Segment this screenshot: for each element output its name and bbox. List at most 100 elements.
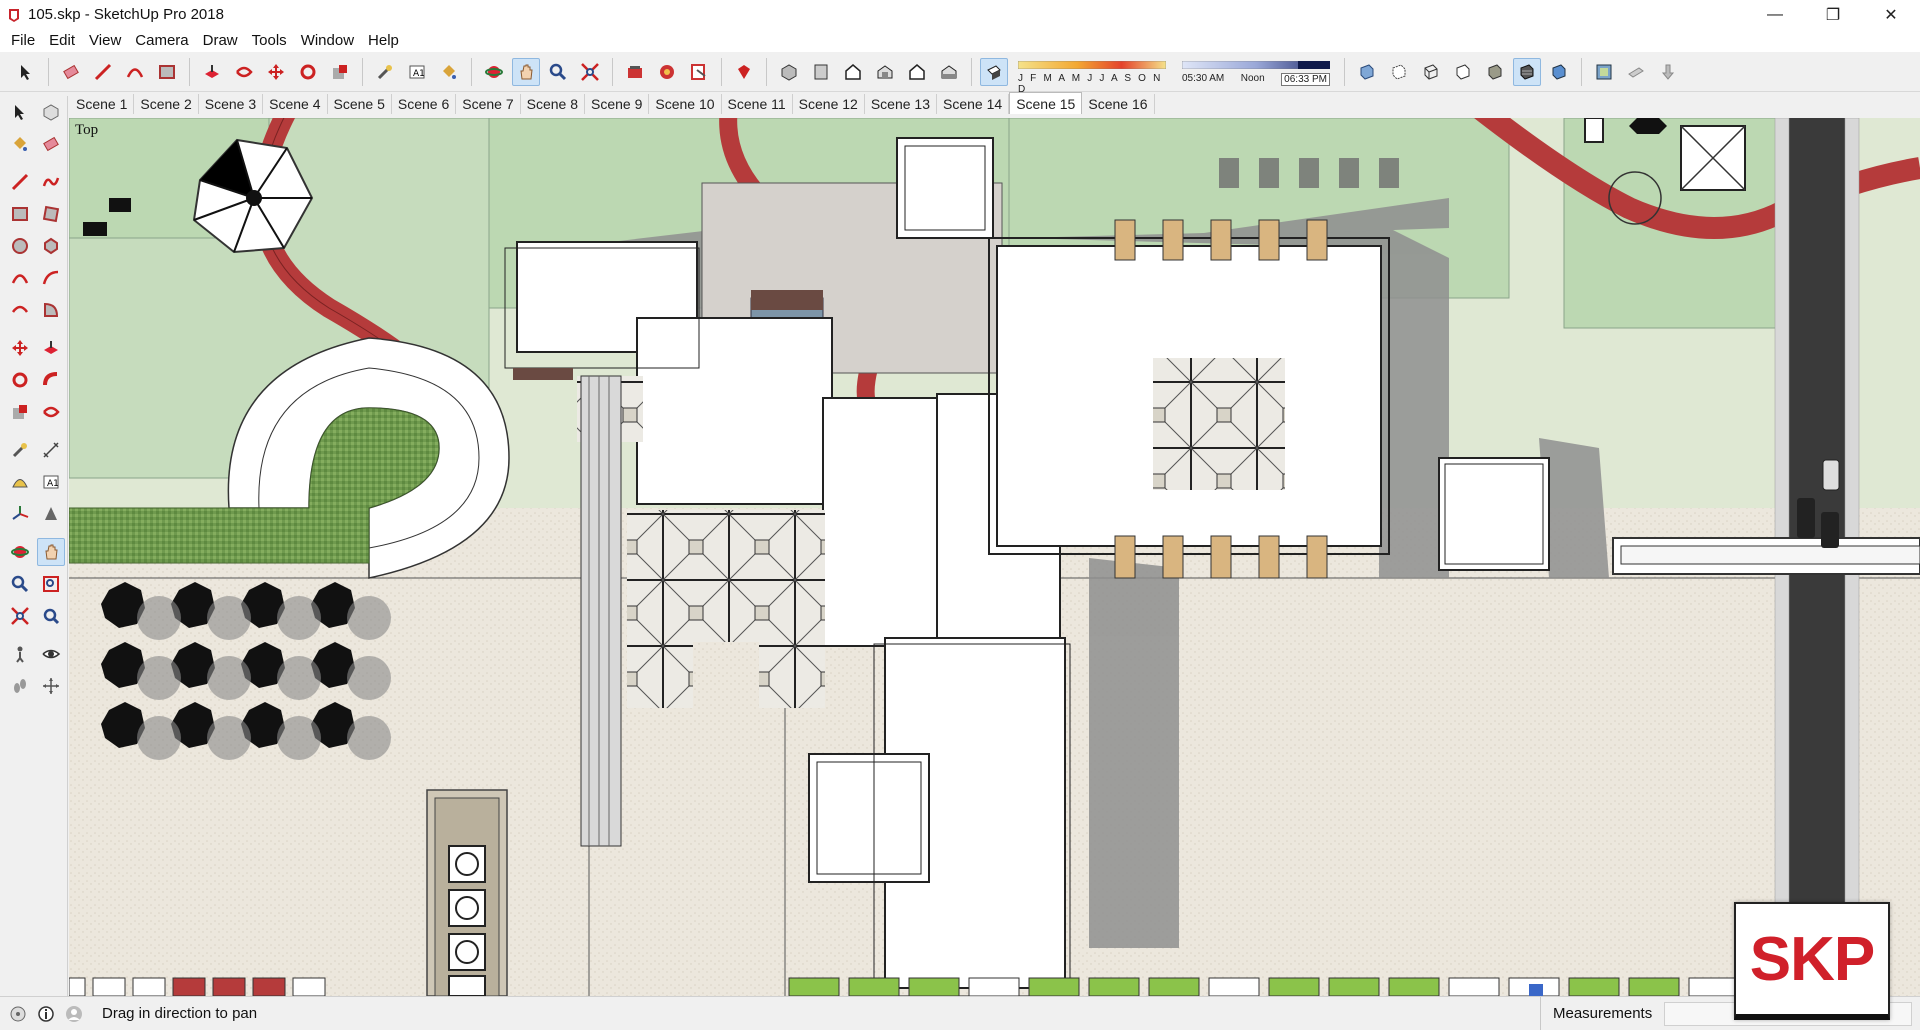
select-icon[interactable] [12, 58, 40, 86]
top-view-icon[interactable] [807, 58, 835, 86]
section-plane-tool-icon[interactable] [38, 672, 66, 700]
zoom-tool-icon[interactable] [6, 570, 34, 598]
scene-tab-8[interactable]: Scene 8 [521, 94, 585, 114]
circle-tool-icon[interactable] [6, 232, 34, 260]
user-account-icon[interactable] [64, 1004, 84, 1024]
warehouse-icon[interactable] [621, 58, 649, 86]
eraser-tool-icon[interactable] [38, 130, 66, 158]
scene-tab-13[interactable]: Scene 13 [865, 94, 938, 114]
eraser-icon[interactable] [57, 58, 85, 86]
iso-view-icon[interactable] [775, 58, 803, 86]
tape-measure-icon[interactable] [371, 58, 399, 86]
follow-me-tool-icon[interactable] [38, 366, 66, 394]
rotated-rectangle-tool-icon[interactable] [38, 200, 66, 228]
back-edges-icon[interactable] [1385, 58, 1413, 86]
scale-tool-icon[interactable] [6, 398, 34, 426]
section-cut-icon[interactable] [1654, 58, 1682, 86]
rotate-icon[interactable] [294, 58, 322, 86]
axes-tool-icon[interactable] [6, 500, 34, 528]
look-around-tool-icon[interactable] [38, 640, 66, 668]
menu-help[interactable]: Help [361, 29, 406, 52]
menu-view[interactable]: View [82, 29, 128, 52]
scene-tab-4[interactable]: Scene 4 [263, 94, 328, 114]
paint-bucket-icon[interactable] [435, 58, 463, 86]
position-camera-tool-icon[interactable] [6, 640, 34, 668]
two-point-arc-tool-icon[interactable] [38, 264, 66, 292]
push-pull-icon[interactable] [198, 58, 226, 86]
protractor-tool-icon[interactable] [6, 468, 34, 496]
3d-text-tool-icon[interactable] [38, 500, 66, 528]
push-pull-tool-icon[interactable] [38, 334, 66, 362]
menu-window[interactable]: Window [294, 29, 361, 52]
section-plane-icon[interactable] [1622, 58, 1650, 86]
xray-icon[interactable] [1353, 58, 1381, 86]
scene-tab-6[interactable]: Scene 6 [392, 94, 457, 114]
right-view-icon[interactable] [871, 58, 899, 86]
zoom-extents-tool-icon[interactable] [6, 602, 34, 630]
model-info-icon[interactable] [1590, 58, 1618, 86]
rotate-tool-icon[interactable] [6, 366, 34, 394]
paint-tool-icon[interactable] [6, 130, 34, 158]
move-tool-icon[interactable] [6, 334, 34, 362]
ruby-icon[interactable] [730, 58, 758, 86]
close-button[interactable]: ✕ [1862, 0, 1920, 29]
freehand-tool-icon[interactable] [38, 168, 66, 196]
three-point-arc-tool-icon[interactable] [6, 296, 34, 324]
scene-tab-10[interactable]: Scene 10 [649, 94, 722, 114]
line-tool-icon[interactable] [6, 168, 34, 196]
walk-tool-icon[interactable] [6, 672, 34, 700]
shaded-icon[interactable] [1481, 58, 1509, 86]
arc-icon[interactable] [121, 58, 149, 86]
scale-icon[interactable] [326, 58, 354, 86]
select-tool-icon[interactable] [6, 98, 34, 126]
left-view-icon[interactable] [935, 58, 963, 86]
monochrome-icon[interactable] [1545, 58, 1573, 86]
minimize-button[interactable]: — [1746, 0, 1804, 29]
shadow-time-slider[interactable]: 05:30 AM Noon 06:33 PM [1182, 57, 1330, 87]
menu-file[interactable]: File [4, 29, 42, 52]
extension-warehouse-icon[interactable] [653, 58, 681, 86]
pan-icon[interactable] [512, 57, 540, 86]
hidden-line-icon[interactable] [1449, 58, 1477, 86]
offset-tool-icon[interactable] [38, 398, 66, 426]
scene-tab-7[interactable]: Scene 7 [456, 94, 521, 114]
polygon-tool-icon[interactable] [38, 232, 66, 260]
shadow-date-slider[interactable]: J F M A M J J A S O N D [1018, 57, 1166, 95]
scene-tab-1[interactable]: Scene 1 [70, 94, 135, 114]
layout-icon[interactable] [685, 58, 713, 86]
wireframe-icon[interactable] [1417, 58, 1445, 86]
text-tool-icon[interactable]: A1 [38, 468, 66, 496]
shaded-textures-icon[interactable] [1513, 57, 1541, 86]
back-view-icon[interactable] [903, 58, 931, 86]
scene-tab-16[interactable]: Scene 16 [1082, 94, 1155, 114]
credits-icon[interactable] [36, 1004, 56, 1024]
shadows-toggle-icon[interactable] [980, 57, 1008, 86]
zoom-window-tool-icon[interactable] [38, 570, 66, 598]
menu-camera[interactable]: Camera [128, 29, 195, 52]
menu-draw[interactable]: Draw [196, 29, 245, 52]
scene-tab-12[interactable]: Scene 12 [793, 94, 865, 114]
pie-tool-icon[interactable] [38, 296, 66, 324]
tape-measure-tool-icon[interactable] [6, 436, 34, 464]
pan-tool-icon[interactable] [37, 538, 65, 566]
model-viewport[interactable]: Top [69, 118, 1920, 996]
component-tool-icon[interactable] [38, 98, 66, 126]
text-icon[interactable]: A1 [403, 58, 431, 86]
rectangle-tool-icon[interactable] [6, 200, 34, 228]
rectangle-icon[interactable] [153, 58, 181, 86]
scene-tab-5[interactable]: Scene 5 [328, 94, 392, 114]
line-icon[interactable] [89, 58, 117, 86]
menu-tools[interactable]: Tools [245, 29, 294, 52]
move-icon[interactable] [262, 58, 290, 86]
orbit-icon[interactable] [480, 58, 508, 86]
offset-icon[interactable] [230, 58, 258, 86]
menu-edit[interactable]: Edit [42, 29, 82, 52]
scene-tab-11[interactable]: Scene 11 [722, 94, 793, 114]
scene-tab-15[interactable]: Scene 15 [1009, 92, 1083, 114]
front-view-icon[interactable] [839, 58, 867, 86]
zoom-extents-icon[interactable] [576, 58, 604, 86]
scene-tab-2[interactable]: Scene 2 [134, 94, 199, 114]
restore-button[interactable]: ❐ [1804, 0, 1862, 29]
orbit-tool-icon[interactable] [6, 538, 33, 566]
zoom-icon[interactable] [544, 58, 572, 86]
